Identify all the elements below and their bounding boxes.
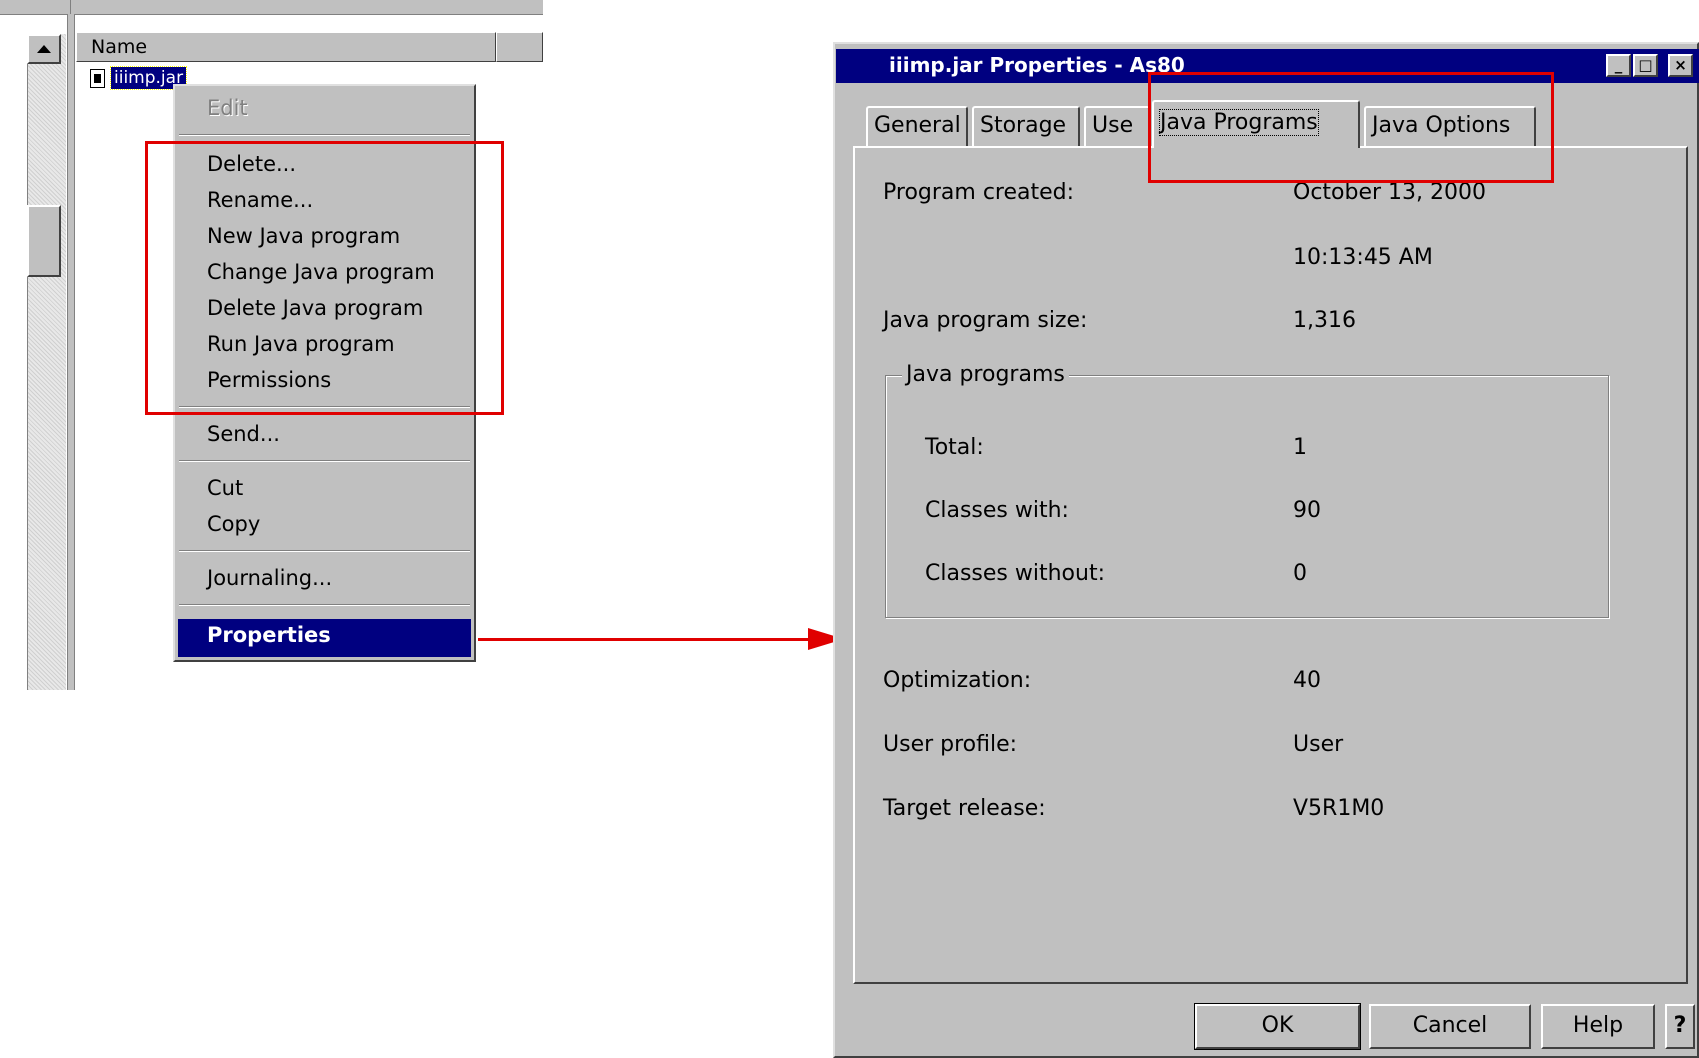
menu-item-edit: Edit	[207, 96, 248, 120]
next-column-header[interactable]	[496, 32, 543, 62]
name-column-header[interactable]: Name	[76, 32, 496, 62]
cancel-button[interactable]: Cancel	[1369, 1004, 1531, 1049]
minimize-button[interactable]: _	[1606, 54, 1631, 77]
classes-with-label: Classes with:	[925, 498, 1069, 523]
jar-file-icon	[90, 68, 105, 88]
java-program-size-label: Java program size:	[883, 308, 1088, 333]
menu-item-cut[interactable]: Cut	[207, 476, 243, 500]
user-profile-value: User	[1293, 732, 1344, 757]
annotation-arrow-line	[478, 638, 820, 641]
menu-item-properties[interactable]: Properties	[178, 619, 471, 657]
whats-this-button[interactable]: ?	[1665, 1004, 1695, 1049]
arrow-up-icon	[37, 45, 51, 53]
menu-item-send[interactable]: Send...	[207, 422, 280, 446]
classes-without-value: 0	[1293, 561, 1307, 586]
annotation-box-menu	[145, 141, 504, 415]
menu-separator	[179, 550, 470, 552]
tab-general-label: General	[874, 113, 961, 138]
dialog-title: iiimp.jar Properties - As80	[889, 53, 1185, 77]
classes-without-label: Classes without:	[925, 561, 1105, 586]
optimization-value: 40	[1293, 668, 1321, 693]
vertical-scrollbar[interactable]	[27, 34, 66, 690]
menu-separator	[179, 604, 470, 606]
tab-general[interactable]: General	[866, 106, 968, 146]
tab-storage-label: Storage	[980, 113, 1067, 138]
annotation-box-tabs	[1148, 72, 1554, 183]
java-programs-group-title: Java programs	[902, 362, 1069, 387]
tab-storage[interactable]: Storage	[972, 106, 1080, 146]
explorer-top-strip	[0, 0, 543, 15]
java-program-size-value: 1,316	[1293, 308, 1356, 333]
pane-splitter[interactable]	[67, 14, 75, 690]
program-created-time: 10:13:45 AM	[1293, 245, 1433, 270]
file-row[interactable]: iiimp.jar	[90, 66, 188, 90]
menu-item-copy[interactable]: Copy	[207, 512, 260, 536]
program-created-label: Program created:	[883, 180, 1075, 205]
tab-use[interactable]: Use	[1084, 106, 1150, 146]
classes-with-value: 90	[1293, 498, 1321, 523]
menu-separator	[179, 460, 470, 462]
scroll-thumb[interactable]	[27, 205, 61, 277]
menu-separator	[179, 134, 470, 136]
user-profile-label: User profile:	[883, 732, 1018, 757]
menu-item-journaling[interactable]: Journaling...	[207, 566, 332, 590]
optimization-label: Optimization:	[883, 668, 1032, 693]
target-release-value: V5R1M0	[1293, 796, 1385, 821]
maximize-button[interactable]: □	[1633, 54, 1658, 77]
help-button[interactable]: Help	[1541, 1004, 1655, 1049]
strip-divider	[70, 0, 71, 14]
scroll-up-button[interactable]	[27, 34, 61, 64]
tab-use-label: Use	[1092, 113, 1134, 138]
close-button[interactable]: ×	[1668, 54, 1693, 77]
target-release-label: Target release:	[883, 796, 1046, 821]
ok-button[interactable]: OK	[1195, 1004, 1360, 1049]
total-value: 1	[1293, 435, 1307, 460]
total-label: Total:	[925, 435, 984, 460]
menu-item-properties-label: Properties	[207, 623, 331, 647]
program-created-date: October 13, 2000	[1293, 180, 1487, 205]
